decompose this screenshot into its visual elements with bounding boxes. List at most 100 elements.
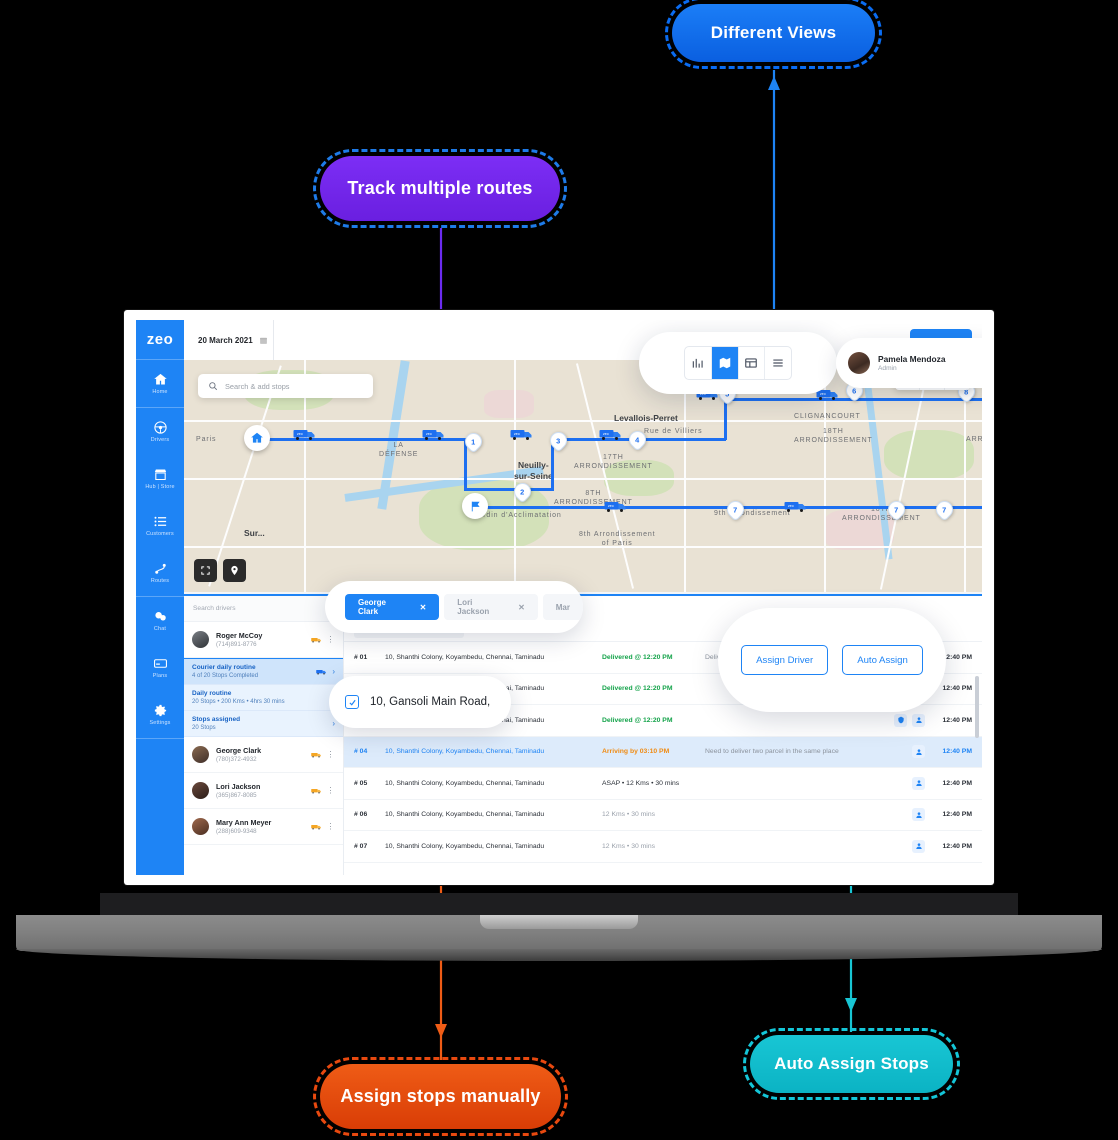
flag-marker[interactable] <box>462 493 488 519</box>
close-icon[interactable]: ✕ <box>518 603 525 612</box>
table-row[interactable]: # 07 10, Shanthi Colony, Koyambedu, Chenn… <box>344 831 982 863</box>
close-icon[interactable]: ✕ <box>420 603 427 612</box>
stop-address: 10, Shanthi Colony, Koyambedu, Chennai, … <box>385 653 545 661</box>
map-stop-number: 2 <box>520 487 525 496</box>
overlay-driver-tabs: George Clark ✕ Lori Jackson ✕ Mar <box>325 581 583 633</box>
map-label: 17TH ARRONDISSEMENT <box>574 454 653 470</box>
analytics-view-button[interactable] <box>685 347 712 379</box>
fullscreen-button[interactable] <box>194 559 217 582</box>
stop-row-icons <box>912 776 925 790</box>
chevron-right-icon[interactable]: › <box>332 667 335 676</box>
map-controls <box>194 559 246 582</box>
table-row[interactable]: # 06 10, Shanthi Colony, Koyambedu, Chenn… <box>344 800 982 831</box>
stop-checkbox[interactable] <box>345 695 359 709</box>
stop-number: # 07 <box>354 842 368 850</box>
sidebar-item-home[interactable]: Home <box>136 360 184 407</box>
sidebar-item-chat[interactable]: Chat <box>136 597 184 644</box>
overlay-tab-mary[interactable]: Mar <box>542 594 583 620</box>
map-label: 18TH ARRONDISSEMENT <box>794 428 873 444</box>
sidebar-item-label: Chat <box>153 626 167 632</box>
pin-icon <box>231 565 238 576</box>
route-title: Stops assigned <box>192 716 241 723</box>
steering-wheel-icon <box>153 421 167 434</box>
map-stop-number: 7 <box>942 505 947 514</box>
list-icon <box>154 516 166 527</box>
stop-address: 10, Gansoli Main Road, <box>370 696 491 708</box>
assign-driver-icon[interactable] <box>912 808 925 822</box>
map-stop-marker[interactable]: 7 <box>932 497 957 522</box>
sidebar-item-label: Drivers <box>150 437 170 443</box>
assign-driver-icon[interactable] <box>912 776 925 790</box>
assign-driver-button[interactable]: Assign Driver <box>741 645 829 675</box>
stop-address: 10, Shanthi Colony, Koyambedu, Chennai, … <box>385 811 545 819</box>
truck-icon[interactable] <box>310 823 322 831</box>
callout-auto-assign-stops: Auto Assign Stops <box>743 1028 960 1100</box>
driver-row[interactable]: Roger McCoy (714)891-8776 ⋮ <box>184 622 343 658</box>
svg-text:zeo: zeo <box>788 504 794 508</box>
sidebar-item-settings[interactable]: Settings <box>136 691 184 738</box>
search-stops-input[interactable]: Search & add stops <box>198 374 373 398</box>
sidebar-item-drivers[interactable]: Drivers <box>136 408 184 455</box>
user-profile-bubble[interactable]: Pamela Mendoza Admin <box>836 338 982 388</box>
drivers-search-input[interactable]: Search drivers <box>184 596 343 622</box>
truck-icon: zeo <box>510 430 532 440</box>
sidebar-item-plans[interactable]: Plans <box>136 644 184 691</box>
overlay-tab-lori-jackson[interactable]: Lori Jackson ✕ <box>444 594 538 620</box>
callout-assign-stops-manually: Assign stops manually <box>313 1057 568 1136</box>
date-picker[interactable]: 20 March 2021 <box>184 320 274 360</box>
driver-row[interactable]: Mary Ann Meyer (288)609-9348 ⋮ <box>184 809 343 845</box>
route-item-selected[interactable]: Courier daily routine 4 of 20 Stops Comp… <box>184 658 343 685</box>
truck-icon[interactable] <box>310 636 322 644</box>
driver-menu-icon[interactable]: ⋮ <box>327 635 336 644</box>
map-stop-number: 7 <box>894 505 899 514</box>
assign-driver-icon[interactable] <box>912 839 925 853</box>
locate-button[interactable] <box>223 559 246 582</box>
stop-time: 12:40 PM <box>942 748 972 756</box>
assign-driver-icon[interactable] <box>912 713 925 727</box>
callout-label: Assign stops manually <box>340 1086 541 1106</box>
table-row[interactable]: # 04 10, Shanthi Colony, Koyambedu, Chenn… <box>344 736 982 768</box>
overlay-stop-row[interactable]: 10, Gansoli Main Road, <box>329 676 511 728</box>
stop-row-icons <box>912 745 925 759</box>
truck-icon: zeo <box>599 430 621 440</box>
driver-menu-icon[interactable]: ⋮ <box>327 822 336 831</box>
driver-row[interactable]: Lori Jackson (365)867-8085 ⋮ <box>184 773 343 809</box>
sidebar-item-hub-store[interactable]: Hub | Store <box>136 455 184 502</box>
table-icon <box>745 358 758 368</box>
laptop-notch <box>480 915 638 929</box>
sidebar-item-customers[interactable]: Customers <box>136 502 184 549</box>
route-item[interactable]: Stops assigned 20 Stops › <box>184 711 343 737</box>
zeo-logo[interactable]: zeo <box>136 320 184 360</box>
route-sub: 20 Stops • 200 Kms • 4hrs 30 mins <box>192 699 285 705</box>
route-item[interactable]: Daily routine 20 Stops • 200 Kms • 4hrs … <box>184 685 343 711</box>
overlay-tab-george-clark[interactable]: George Clark ✕ <box>345 594 440 620</box>
stop-time: 12:40 PM <box>942 842 972 850</box>
auto-assign-button[interactable]: Auto Assign <box>842 645 923 675</box>
home-marker[interactable] <box>244 425 270 451</box>
route-sub: 4 of 20 Stops Completed <box>192 673 259 679</box>
stop-number: # 06 <box>354 811 368 819</box>
chevron-right-icon[interactable]: › <box>332 719 335 728</box>
table-scrollbar[interactable] <box>975 676 979 738</box>
assign-driver-icon[interactable] <box>912 745 925 759</box>
driver-menu-icon[interactable]: ⋮ <box>327 750 336 759</box>
svg-text:zeo: zeo <box>820 392 826 396</box>
list-view-button[interactable] <box>765 347 791 379</box>
table-view-button[interactable] <box>739 347 766 379</box>
truck-icon[interactable] <box>310 751 322 759</box>
map-canvas[interactable]: Levallois-Perret LA DÉFENSE Neuilly- sur-S… <box>184 360 982 592</box>
laptop-hinge <box>100 893 1018 915</box>
driver-phone: (365)867-8085 <box>216 792 257 799</box>
sidebar-item-routes[interactable]: Routes <box>136 549 184 596</box>
map-label: Neuilly- sur-Seine <box>514 460 553 481</box>
user-role: Admin <box>878 365 897 372</box>
truck-icon[interactable] <box>310 787 322 795</box>
table-row[interactable]: # 05 10, Shanthi Colony, Koyambedu, Chenn… <box>344 768 982 800</box>
callout-label: Auto Assign Stops <box>774 1054 929 1073</box>
calendar-icon <box>259 337 267 344</box>
shield-icon[interactable] <box>894 713 907 727</box>
map-view-button[interactable] <box>711 347 739 379</box>
driver-menu-icon[interactable]: ⋮ <box>327 786 336 795</box>
driver-row[interactable]: George Clark (780)372-4932 ⋮ <box>184 737 343 773</box>
sidebar: zeo Home Drivers Hub | Store Customers R… <box>136 320 184 875</box>
